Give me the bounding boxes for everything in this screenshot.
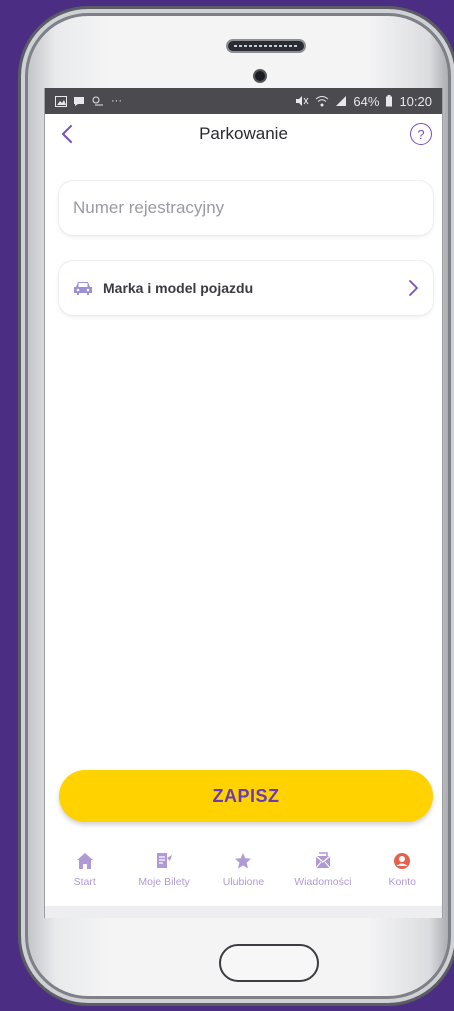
nav-label-messages: Wiadomości <box>294 876 352 888</box>
home-icon <box>76 853 93 869</box>
nav-item-start[interactable]: Start <box>49 852 121 888</box>
nav-item-messages[interactable]: Wiadomości <box>287 852 359 888</box>
front-camera <box>253 69 267 83</box>
vehicle-make-model-label: Marka i model pojazdu <box>103 280 254 296</box>
help-icon[interactable]: ? <box>410 123 432 145</box>
plate-number-field[interactable] <box>59 181 433 235</box>
vehicle-make-model-row[interactable]: Marka i model pojazdu <box>59 261 433 315</box>
car-icon <box>74 282 92 295</box>
battery-level: 64% <box>353 93 380 109</box>
nav-label-tickets: Moje Bilety <box>138 876 190 888</box>
nav-item-favorites[interactable]: Ulubione <box>207 852 279 888</box>
star-icon <box>235 853 252 869</box>
bottom-navigation: Start Moje Bilety Ulubione Wiadomości Ko… <box>45 838 442 898</box>
home-button[interactable] <box>219 944 319 982</box>
back-arrow-icon[interactable] <box>57 122 77 146</box>
save-button[interactable]: ZAPISZ <box>59 770 433 822</box>
nav-label-start: Start <box>73 876 96 888</box>
page-title: Parkowanie <box>199 124 288 143</box>
clock: 10:20 <box>399 93 432 109</box>
chat-icon <box>74 96 84 106</box>
mail-icon <box>315 852 331 869</box>
plate-number-input[interactable] <box>73 198 419 218</box>
nav-label-account: Konto <box>388 876 416 888</box>
weather-icon <box>92 96 103 106</box>
app-screen: ··· 64% 10:20 Parkowanie ? Marka i model… <box>44 88 443 918</box>
nav-item-tickets[interactable]: Moje Bilety <box>128 852 200 888</box>
speaker-grille <box>226 39 306 53</box>
status-bar: ··· 64% 10:20 <box>45 88 442 114</box>
mute-icon <box>296 96 309 106</box>
more-notifications: ··· <box>111 95 122 107</box>
account-icon <box>394 853 411 869</box>
signal-icon <box>336 96 347 106</box>
wifi-icon <box>316 96 329 107</box>
app-bar: Parkowanie ? <box>45 114 442 154</box>
battery-icon <box>386 95 393 107</box>
nav-label-favorites: Ulubione <box>222 876 265 888</box>
tickets-icon <box>157 853 173 868</box>
nav-item-account[interactable]: Konto <box>366 852 438 888</box>
chevron-right-icon <box>409 280 418 296</box>
screen-bottom-edge <box>45 906 442 918</box>
gallery-icon <box>55 95 67 107</box>
